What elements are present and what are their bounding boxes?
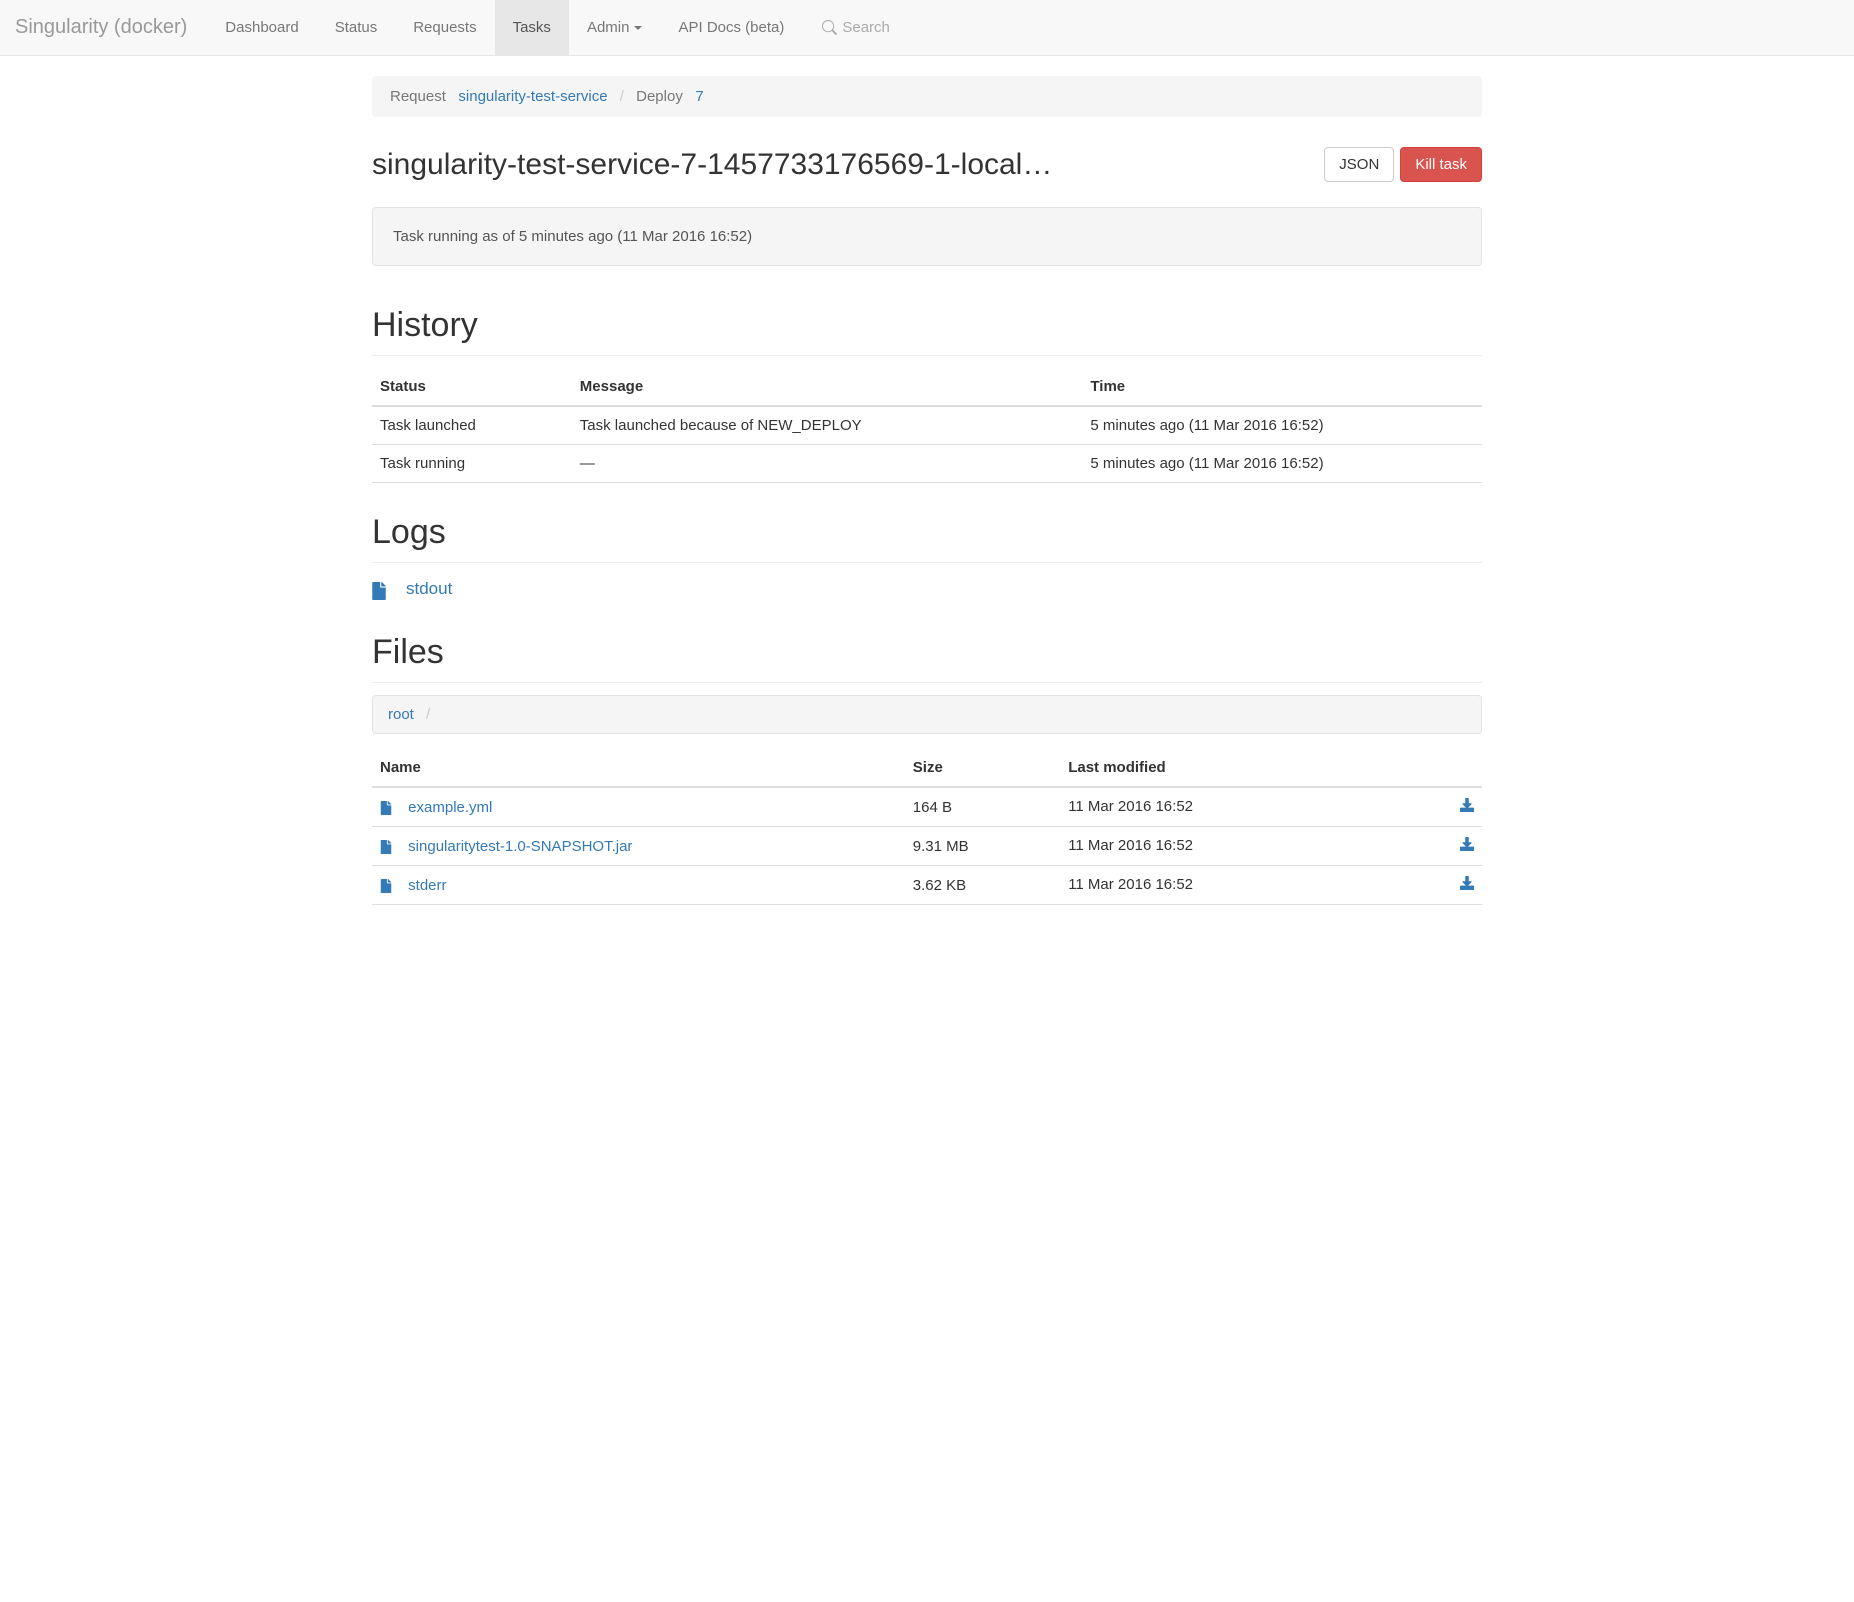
file-size: 3.62 KB <box>905 866 1060 905</box>
breadcrumb-deploy-link[interactable]: 7 <box>695 88 703 105</box>
breadcrumb: Request singularity-test-service / Deplo… <box>372 76 1482 117</box>
file-name-link[interactable]: example.yml <box>408 799 492 816</box>
files-col-modified: Last modified <box>1060 749 1482 787</box>
history-time: 5 minutes ago (11 Mar 2016 16:52) <box>1082 406 1482 445</box>
breadcrumb-separator: / <box>418 706 438 723</box>
breadcrumb-separator: / <box>612 88 632 105</box>
search-input[interactable] <box>837 14 1046 41</box>
download-icon[interactable] <box>1460 837 1474 855</box>
history-status: Task running <box>372 445 572 483</box>
nav-dashboard[interactable]: Dashboard <box>207 0 316 56</box>
page-header: singularity-test-service-7-1457733176569… <box>372 147 1482 182</box>
nav-admin[interactable]: Admin <box>569 0 661 56</box>
download-icon[interactable] <box>1460 876 1474 894</box>
file-icon <box>380 801 392 815</box>
search-wrapper <box>822 14 1046 41</box>
file-row: stderr 3.62 KB 11 Mar 2016 16:52 <box>372 866 1482 905</box>
section-history-title: History <box>372 306 1482 356</box>
history-status: Task launched <box>372 406 572 445</box>
file-row: example.yml 164 B 11 Mar 2016 16:52 <box>372 787 1482 827</box>
file-modified: 11 Mar 2016 16:52 <box>1068 837 1193 854</box>
files-table: Name Size Last modified example.yml 164 … <box>372 749 1482 905</box>
file-name-link[interactable]: stderr <box>408 877 446 894</box>
navbar: Singularity (docker) Dashboard Status Re… <box>0 0 1854 56</box>
history-col-message: Message <box>572 368 1083 406</box>
log-link-stdout[interactable]: stdout <box>372 575 1482 603</box>
nav-status[interactable]: Status <box>317 0 396 56</box>
file-modified: 11 Mar 2016 16:52 <box>1068 876 1193 893</box>
breadcrumb-deploy-label: Deploy <box>636 88 683 105</box>
breadcrumb-request-link[interactable]: singularity-test-service <box>458 88 607 105</box>
nav-requests[interactable]: Requests <box>395 0 494 56</box>
section-files-title: Files <box>372 633 1482 683</box>
files-col-size: Size <box>905 749 1060 787</box>
history-row: Task launched Task launched because of N… <box>372 406 1482 445</box>
history-message: — <box>572 445 1083 483</box>
action-buttons: JSON Kill task <box>1324 147 1482 182</box>
json-button[interactable]: JSON <box>1324 147 1394 182</box>
status-well: Task running as of 5 minutes ago (11 Mar… <box>372 207 1482 266</box>
nav-admin-label: Admin <box>587 19 630 36</box>
download-icon[interactable] <box>1460 798 1474 816</box>
history-time: 5 minutes ago (11 Mar 2016 16:52) <box>1082 445 1482 483</box>
page-title: singularity-test-service-7-1457733176569… <box>372 148 1324 182</box>
history-table: Status Message Time Task launched Task l… <box>372 368 1482 483</box>
file-row: singularitytest-1.0-SNAPSHOT.jar 9.31 MB… <box>372 827 1482 866</box>
files-col-name: Name <box>372 749 905 787</box>
section-logs-title: Logs <box>372 513 1482 563</box>
file-size: 9.31 MB <box>905 827 1060 866</box>
history-col-status: Status <box>372 368 572 406</box>
history-message: Task launched because of NEW_DEPLOY <box>572 406 1083 445</box>
file-modified: 11 Mar 2016 16:52 <box>1068 798 1193 815</box>
file-size: 164 B <box>905 787 1060 827</box>
breadcrumb-request-label: Request <box>390 88 446 105</box>
file-icon <box>372 582 384 596</box>
history-row: Task running — 5 minutes ago (11 Mar 201… <box>372 445 1482 483</box>
chevron-down-icon <box>634 26 642 30</box>
nav-tasks[interactable]: Tasks <box>495 0 569 56</box>
files-crumb-root[interactable]: root <box>388 706 414 723</box>
history-col-time: Time <box>1082 368 1482 406</box>
nav-apidocs[interactable]: API Docs (beta) <box>660 0 802 56</box>
files-breadcrumb: root / <box>372 695 1482 734</box>
file-name-link[interactable]: singularitytest-1.0-SNAPSHOT.jar <box>408 838 632 855</box>
file-icon <box>380 840 392 854</box>
search-icon <box>822 20 837 35</box>
brand[interactable]: Singularity (docker) <box>15 16 207 39</box>
log-name: stdout <box>406 579 452 599</box>
file-icon <box>380 879 392 893</box>
kill-task-button[interactable]: Kill task <box>1400 147 1482 182</box>
